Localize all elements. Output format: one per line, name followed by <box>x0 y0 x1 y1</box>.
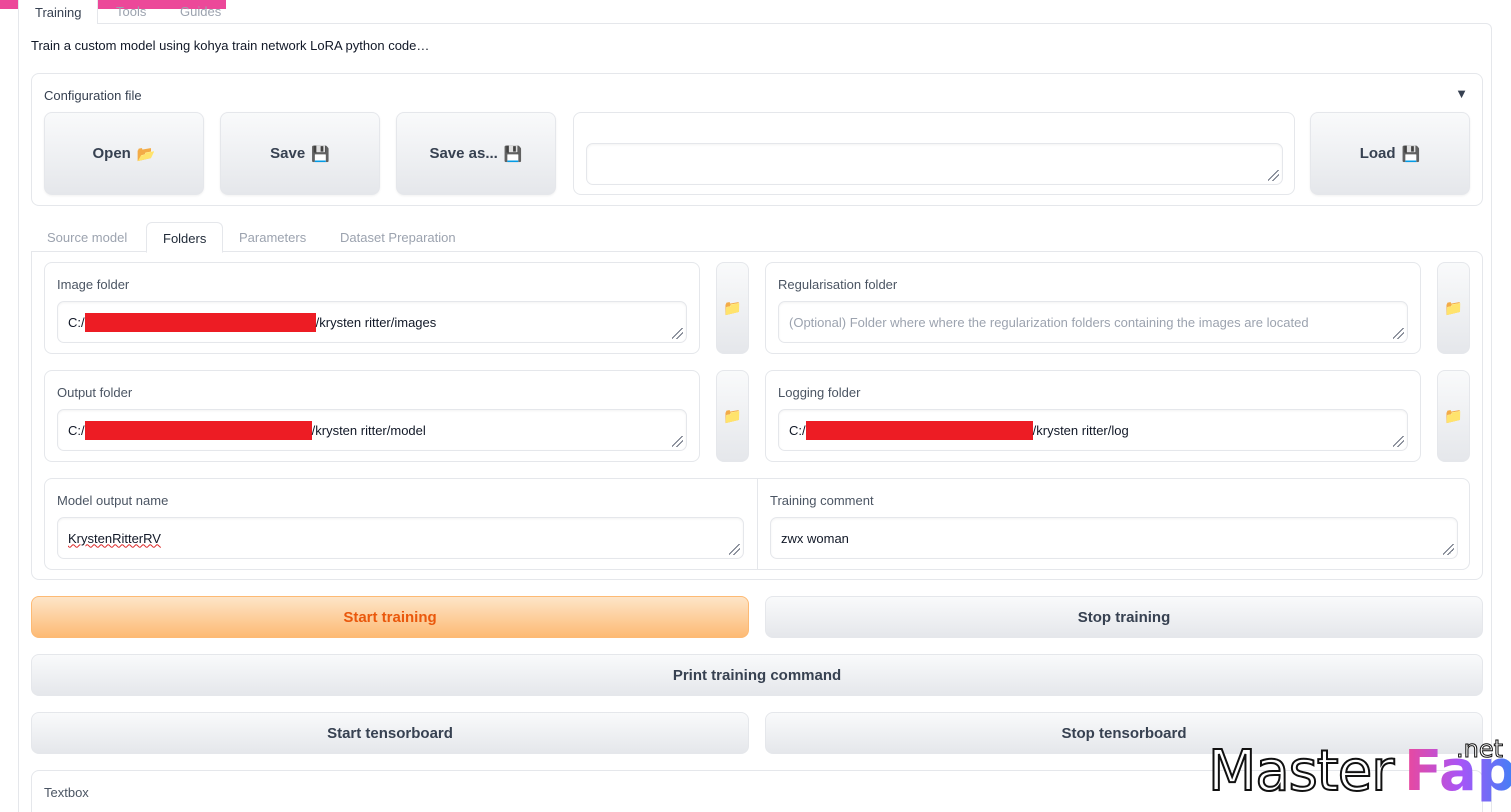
output-folder-browse-button[interactable]: 📁 <box>716 370 749 462</box>
load-label: Load <box>1359 145 1396 162</box>
save-as-config-button[interactable]: Save as... 💾 <box>396 112 556 195</box>
reg-folder-browse-button[interactable]: 📁 <box>1437 262 1470 354</box>
tab-training[interactable]: Training <box>18 0 98 24</box>
config-path-wrapper <box>573 112 1295 195</box>
folder-icon: 📁 <box>1444 300 1463 317</box>
tab-guides[interactable]: Guides <box>164 0 237 24</box>
start-training-button[interactable]: Start training <box>31 596 749 638</box>
config-path-input[interactable] <box>586 143 1283 185</box>
output-folder-suffix: /krysten ritter/model <box>311 422 426 438</box>
top-tabs: Training Tools Guides <box>18 0 1492 24</box>
start-tensorboard-button[interactable]: Start tensorboard <box>31 712 749 754</box>
image-folder-browse-button[interactable]: 📁 <box>716 262 749 354</box>
image-folder-input[interactable]: C:/ /krysten ritter/images <box>57 301 687 343</box>
resize-grip-icon[interactable] <box>1268 170 1279 181</box>
save-as-label: Save as... <box>429 145 498 162</box>
watermark-logo: Master Fap .net <box>1207 735 1511 806</box>
tab-tools[interactable]: Tools <box>100 0 162 24</box>
redaction-block <box>84 312 316 332</box>
floppy-disk-icon: 💾 <box>1401 145 1421 163</box>
training-comment-value: zwx woman <box>781 530 849 546</box>
logging-folder-label: Logging folder <box>778 385 861 400</box>
folder-icon: 📁 <box>723 300 742 317</box>
folders-panel: Image folder C:/ /krysten ritter/images … <box>31 251 1483 580</box>
folder-icon: 📁 <box>1444 408 1463 425</box>
resize-grip-icon[interactable] <box>729 544 740 555</box>
print-training-command-button[interactable]: Print training command <box>31 654 1483 696</box>
resize-grip-icon[interactable] <box>1393 328 1404 339</box>
logging-folder-group: Logging folder C:/ /krysten ritter/log <box>765 370 1421 462</box>
resize-grip-icon[interactable] <box>1393 436 1404 447</box>
tab-parameters[interactable]: Parameters <box>223 222 322 253</box>
logging-folder-input[interactable]: C:/ /krysten ritter/log <box>778 409 1408 451</box>
image-folder-group: Image folder C:/ /krysten ritter/images <box>44 262 700 354</box>
training-comment-input[interactable]: zwx woman <box>770 517 1458 559</box>
output-folder-group: Output folder C:/ /krysten ritter/model <box>44 370 700 462</box>
tab-source-model[interactable]: Source model <box>31 222 143 253</box>
config-accordion: Configuration file ▼ Open 📂 Save 💾 Save … <box>31 73 1483 206</box>
redaction-block <box>805 420 1033 440</box>
resize-grip-icon[interactable] <box>1443 544 1454 555</box>
resize-grip-icon[interactable] <box>672 328 683 339</box>
open-folder-icon: 📂 <box>136 145 156 163</box>
page-description: Train a custom model using kohya train n… <box>31 38 430 53</box>
stop-training-button[interactable]: Stop training <box>765 596 1483 638</box>
open-config-button[interactable]: Open 📂 <box>44 112 204 195</box>
textbox-label: Textbox <box>44 785 89 800</box>
logging-folder-browse-button[interactable]: 📁 <box>1437 370 1470 462</box>
save-config-button[interactable]: Save 💾 <box>220 112 380 195</box>
image-folder-label: Image folder <box>57 277 130 292</box>
reg-folder-placeholder: (Optional) Folder where where the regula… <box>789 314 1309 330</box>
output-folder-prefix: C:/ <box>68 422 85 438</box>
config-label[interactable]: Configuration file <box>44 88 142 103</box>
training-comment-label: Training comment <box>770 493 874 508</box>
model-output-name-input[interactable]: KrystenRitterRV <box>57 517 744 559</box>
model-name-row: Model output name KrystenRitterRV Traini… <box>44 478 1470 570</box>
save-label: Save <box>270 145 306 162</box>
open-label: Open <box>92 145 131 162</box>
model-output-name-label: Model output name <box>57 493 169 508</box>
watermark-net: .net <box>1455 735 1504 764</box>
collapse-arrow-icon[interactable]: ▼ <box>1455 86 1468 101</box>
output-folder-input[interactable]: C:/ /krysten ritter/model <box>57 409 687 451</box>
image-folder-suffix: /krysten ritter/images <box>315 314 437 330</box>
logging-folder-prefix: C:/ <box>789 422 806 438</box>
image-folder-prefix: C:/ <box>68 314 85 330</box>
floppy-disk-icon: 💾 <box>311 145 330 163</box>
watermark-master: Master <box>1207 738 1395 805</box>
floppy-disk-icon: 💾 <box>503 145 523 163</box>
resize-grip-icon[interactable] <box>672 436 683 447</box>
output-folder-label: Output folder <box>57 385 133 400</box>
redaction-block <box>84 420 312 440</box>
tab-folders[interactable]: Folders <box>146 222 224 253</box>
model-output-name-value: KrystenRitterRV <box>68 530 161 546</box>
folder-icon: 📁 <box>723 408 742 425</box>
column-divider <box>757 479 758 569</box>
logging-folder-suffix: /krysten ritter/log <box>1032 422 1129 438</box>
reg-folder-label: Regularisation folder <box>778 277 898 292</box>
load-config-button[interactable]: Load 💾 <box>1310 112 1470 195</box>
tab-dataset-preparation[interactable]: Dataset Preparation <box>324 222 472 253</box>
reg-folder-group: Regularisation folder (Optional) Folder … <box>765 262 1421 354</box>
reg-folder-input[interactable]: (Optional) Folder where where the regula… <box>778 301 1408 343</box>
